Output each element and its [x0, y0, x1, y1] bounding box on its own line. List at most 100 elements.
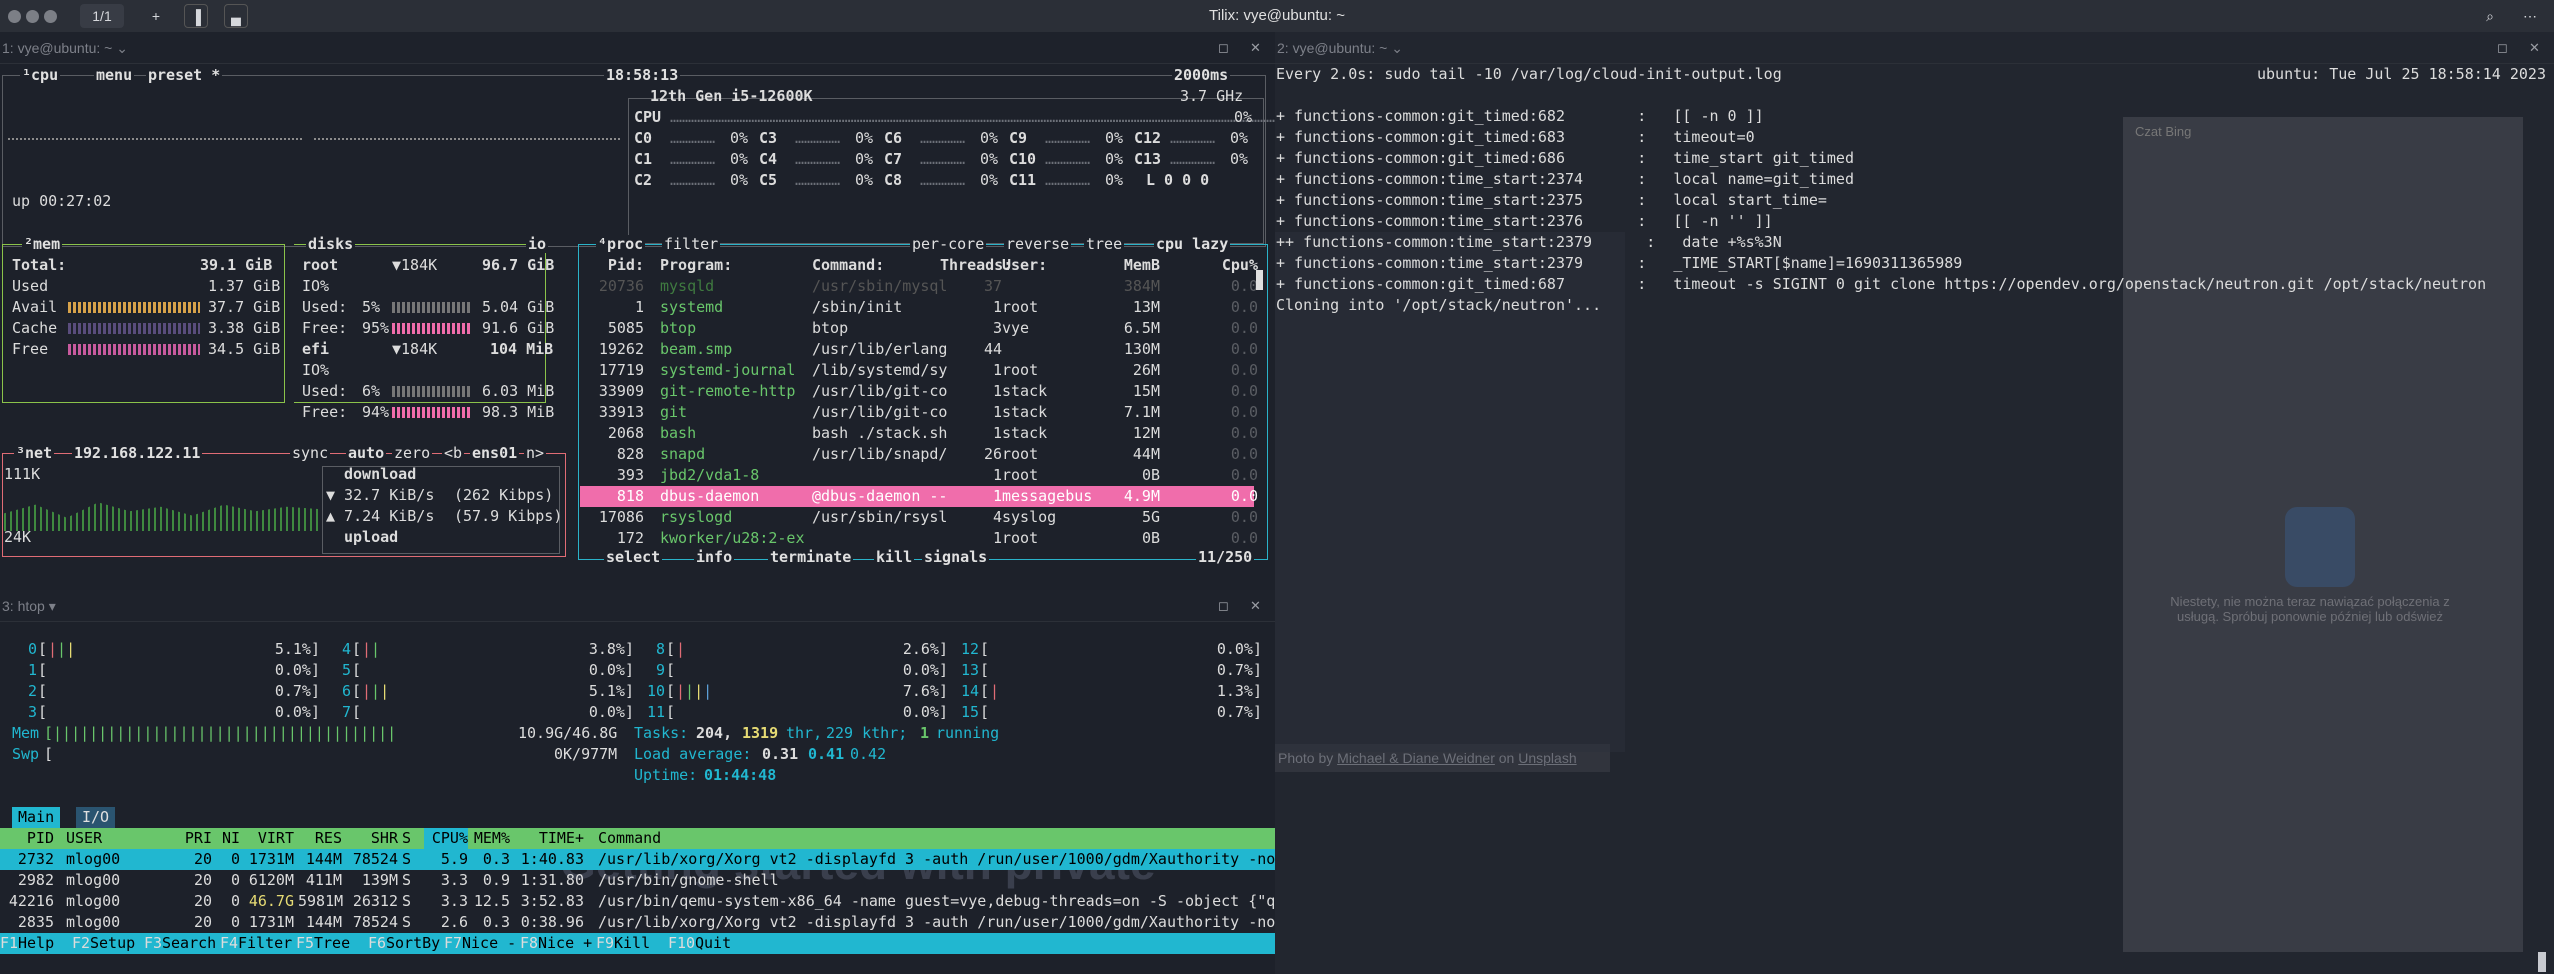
- disk-efi-size: 104 MiB: [490, 340, 554, 358]
- proc-scrollbar[interactable]: [1256, 270, 1263, 290]
- htop-cell: 1731M: [248, 850, 294, 868]
- menu-icon[interactable]: ⋯: [2516, 4, 2544, 28]
- htop-column-header-cell[interactable]: PRI: [176, 828, 212, 849]
- htop-process-row[interactable]: 2835 mlog00 20 0 1731M 144M 78524 S 2.6 0.3 0:38.9…: [0, 912, 1275, 933]
- close-pane-icon[interactable]: ✕: [2529, 32, 2540, 64]
- proc-column-header[interactable]: MemB: [1100, 255, 1160, 276]
- terminal-pane-btop[interactable]: 1: vye@ubuntu: ~ ⌄ ◻ ✕ ¹cpu menu preset …: [0, 32, 1275, 592]
- mem-title[interactable]: ²mem: [22, 235, 63, 253]
- fkey-nice-button[interactable]: Nice -: [462, 933, 520, 954]
- proc-cell: /usr/lib/git-co: [812, 382, 948, 400]
- fkey-number: F6: [368, 934, 387, 952]
- maximize-pane-icon[interactable]: ◻: [2497, 32, 2508, 64]
- cpu-tab[interactable]: ¹cpu: [20, 66, 61, 84]
- search-icon[interactable]: ⌕: [2476, 4, 2504, 28]
- proc-terminate-button[interactable]: terminate: [768, 548, 854, 566]
- menu-tab[interactable]: menu: [94, 66, 135, 84]
- htop-cell: 411M: [305, 871, 342, 889]
- proc-column-header[interactable]: Threads:: [940, 255, 1012, 276]
- close-pane-icon[interactable]: ✕: [1250, 32, 1261, 64]
- htop-column-header-cell[interactable]: CPU%: [424, 828, 468, 849]
- core-meter: ……………: [670, 171, 716, 189]
- disks-io-toggle[interactable]: io: [526, 235, 549, 253]
- net-zero-toggle[interactable]: zero: [392, 444, 433, 462]
- proc-kill-button[interactable]: kill: [874, 548, 915, 566]
- net-title[interactable]: ³net: [14, 444, 55, 462]
- htop-process-row[interactable]: 2982 mlog00 20 0 6120M 411M 139M S 3.3 0.9 1:31.80…: [0, 870, 1275, 891]
- proc-cell: 44: [983, 340, 1002, 358]
- proc-percore-toggle[interactable]: per-core: [910, 235, 987, 253]
- disk-efi-free-pct: 94%: [362, 403, 390, 421]
- proc-cell: 0B: [1141, 529, 1160, 547]
- proc-column-header[interactable]: Program:: [660, 255, 732, 276]
- htop-column-header-cell[interactable]: TIME+: [516, 828, 584, 849]
- net-prev-iface[interactable]: <b: [442, 444, 465, 462]
- core-pct: 0%: [1105, 150, 1124, 168]
- proc-column-header[interactable]: Cpu%: [1190, 255, 1258, 276]
- htop-cpu-bar: |||: [362, 682, 390, 700]
- disk-root-free-meter: [392, 323, 470, 334]
- htop-cell: 0.3: [482, 850, 510, 868]
- htop-column-header-cell[interactable]: MEM%: [470, 828, 510, 849]
- htop-column-header-cell[interactable]: SHR: [346, 828, 398, 849]
- fkey-sortby-button[interactable]: SortBy: [386, 933, 444, 954]
- htop-process-row[interactable]: 42216 mlog00 20 0 46.7G 5981M 26312 S 3.3 12.5 3:5…: [0, 891, 1275, 912]
- disk-efi-used-label: Used:: [302, 382, 348, 400]
- proc-reverse-toggle[interactable]: reverse: [1004, 235, 1072, 253]
- disk-efi-used-pct: 6%: [362, 382, 381, 400]
- proc-cell: 7.1M: [1123, 403, 1160, 421]
- htop-column-header-cell[interactable]: VIRT: [246, 828, 294, 849]
- htop-column-header-cell[interactable]: USER: [66, 828, 102, 849]
- proc-filter[interactable]: filter: [662, 235, 721, 253]
- proc-cell: git: [660, 403, 688, 421]
- close-pane-icon[interactable]: ✕: [1250, 590, 1261, 622]
- net-sync-toggle[interactable]: sync: [290, 444, 331, 462]
- disks-title[interactable]: disks: [306, 235, 356, 253]
- terminal-pane-htop[interactable]: 3: htop ▾ ◻ ✕ Getting started with priva…: [0, 590, 1275, 974]
- fkey-help-button[interactable]: Help: [18, 933, 72, 954]
- fkey-kill-button[interactable]: Kill: [614, 933, 668, 954]
- net-auto-toggle[interactable]: auto: [346, 444, 387, 462]
- proc-column-header[interactable]: Command:: [812, 255, 884, 276]
- fkey-filter-button[interactable]: Filter: [238, 933, 296, 954]
- fkey-tree-button[interactable]: Tree: [314, 933, 368, 954]
- watch-log-line: ++ functions-common:time_start:2379 : da…: [1276, 233, 1782, 251]
- proc-title[interactable]: ⁴proc: [596, 235, 646, 253]
- htop-cpu-label: 13: [961, 661, 980, 679]
- proc-signals-button[interactable]: signals: [922, 548, 990, 566]
- fkey-number: F7: [444, 934, 463, 952]
- htop-column-header[interactable]: PID USER PRI NI VIRT RES SHR S CPU% MEM% TIME+ Comm…: [0, 828, 1275, 849]
- htop-column-header-cell[interactable]: NI: [216, 828, 240, 849]
- htop-column-header-cell[interactable]: S: [402, 828, 411, 849]
- htop-process-row[interactable]: 2732 mlog00 20 0 1731M 144M 78524 S 5.9 0.3 1:40.8…: [0, 849, 1275, 870]
- proc-cell: 0.0: [1230, 424, 1258, 442]
- update-interval[interactable]: 2000ms: [1172, 66, 1231, 84]
- net-next-iface[interactable]: n>: [524, 444, 547, 462]
- proc-cell: 0.0: [1230, 382, 1258, 400]
- fkey-setup-button[interactable]: Setup: [90, 933, 144, 954]
- htop-cpu-pct: 0.7%]: [1216, 661, 1262, 679]
- proc-tree-toggle[interactable]: tree: [1084, 235, 1125, 253]
- htop-column-header-cell[interactable]: PID: [0, 828, 54, 849]
- terminal-pane-watch[interactable]: 2: vye@ubuntu: ~ ⌄ ◻ ✕ Czat Bing Niestet…: [1275, 32, 2554, 974]
- preset-tab[interactable]: preset *: [146, 66, 223, 84]
- fkey-search-button[interactable]: Search: [162, 933, 220, 954]
- fkey-nice-button[interactable]: Nice +: [538, 933, 596, 954]
- proc-cell: 33909: [598, 382, 644, 400]
- proc-column-header[interactable]: Pid:: [582, 255, 644, 276]
- proc-column-header[interactable]: User:: [1002, 255, 1047, 276]
- maximize-pane-icon[interactable]: ◻: [1218, 590, 1229, 622]
- htop-column-header-cell[interactable]: Command: [598, 828, 661, 849]
- htop-column-header-cell[interactable]: RES: [298, 828, 342, 849]
- proc-sort-select[interactable]: cpu lazy: [1154, 235, 1231, 253]
- core-meter: ……………: [1045, 171, 1091, 189]
- maximize-pane-icon[interactable]: ◻: [1218, 32, 1229, 64]
- proc-select-button[interactable]: select: [604, 548, 663, 566]
- proc-info-button[interactable]: info: [694, 548, 735, 566]
- fkey-quit-button[interactable]: Quit: [695, 933, 749, 954]
- tab-main[interactable]: Main: [12, 807, 61, 828]
- disk-root-free-pct: 95%: [362, 319, 390, 337]
- tab-io[interactable]: I/O: [76, 807, 116, 828]
- core-pct: 0%: [1230, 150, 1249, 168]
- htop-cpu-label: 9: [656, 661, 666, 679]
